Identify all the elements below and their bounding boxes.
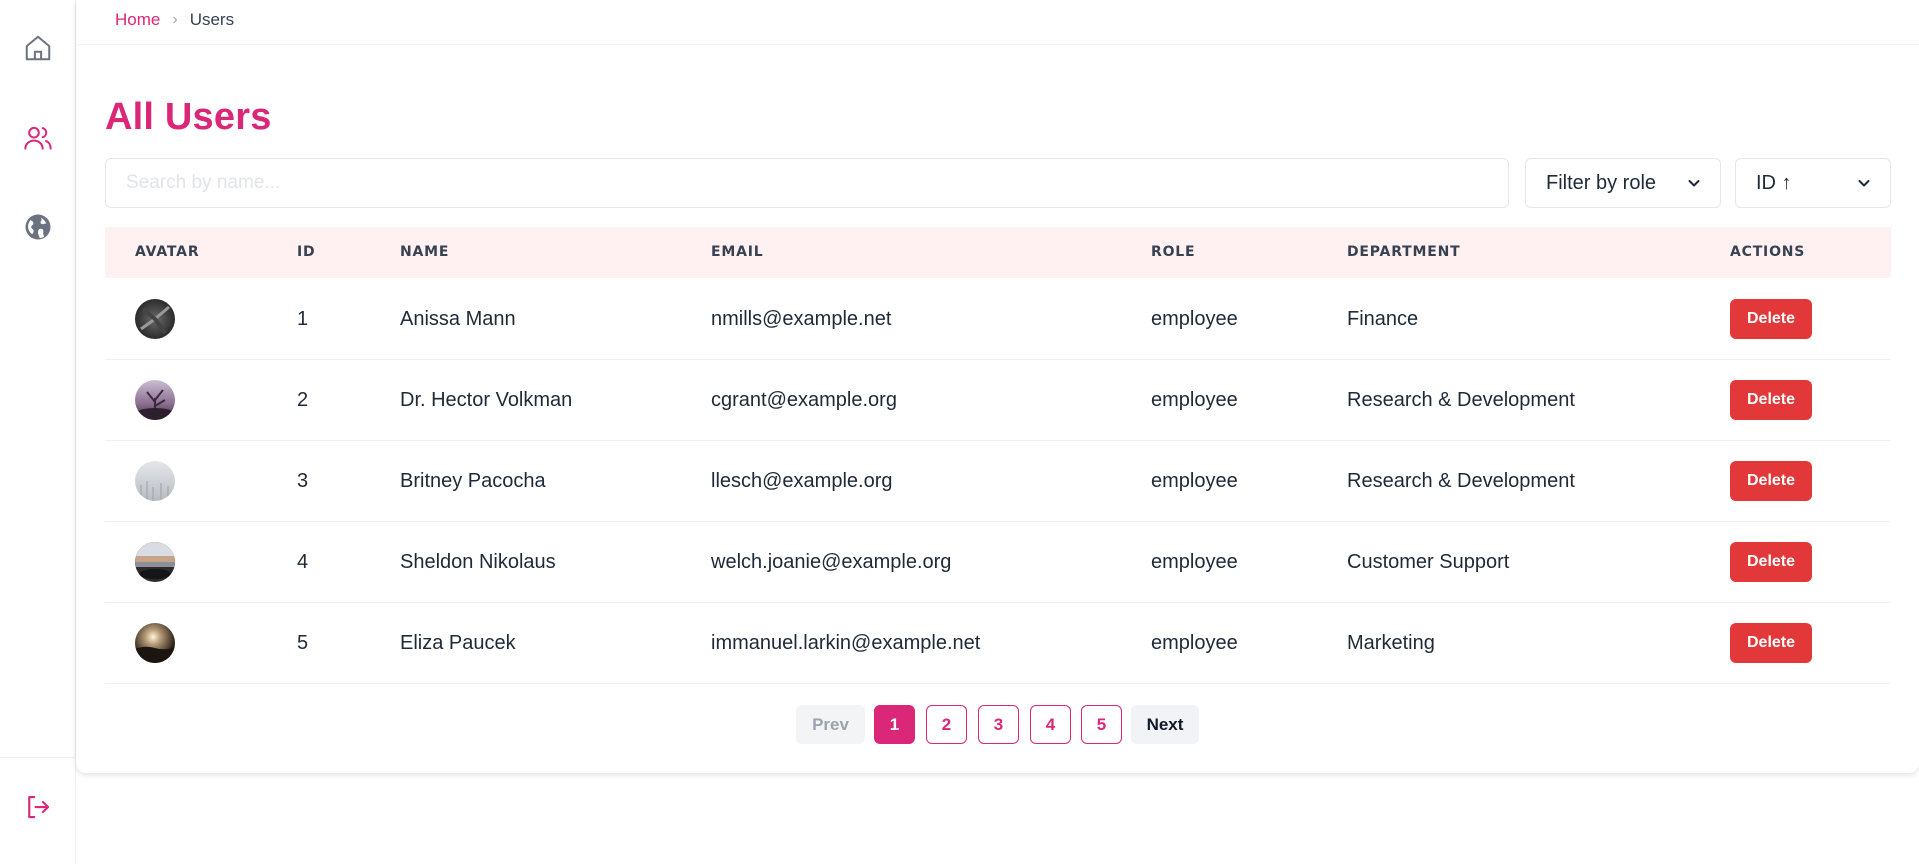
cell-name: Dr. Hector Volkman [400, 389, 573, 411]
cell-department: Finance [1347, 308, 1419, 330]
cell-email: nmills@example.net [711, 308, 892, 330]
cell-id: 2 [297, 389, 309, 411]
next-page-button[interactable]: Next [1131, 705, 1199, 744]
prev-page-button[interactable]: Prev [796, 705, 865, 744]
cell-email: welch.joanie@example.org [711, 551, 952, 573]
avatar [135, 623, 175, 663]
breadcrumb-current: Users [189, 10, 235, 29]
table-row: 3 Britney Pacocha llesch@example.org emp… [105, 441, 1891, 522]
avatar [135, 380, 175, 420]
column-header-name: NAME [400, 244, 450, 260]
cell-department: Customer Support [1347, 551, 1510, 573]
cell-email: llesch@example.org [711, 470, 893, 492]
users-icon [24, 126, 52, 150]
cell-role: employee [1151, 308, 1238, 330]
page-5-button[interactable]: 5 [1081, 705, 1122, 744]
globe-icon [25, 214, 51, 240]
column-header-role: ROLE [1151, 244, 1196, 260]
page-title: All Users [105, 96, 272, 138]
delete-button[interactable]: Delete [1730, 299, 1812, 339]
delete-button[interactable]: Delete [1730, 623, 1812, 663]
sort-label: ID ↑ [1756, 171, 1792, 194]
home-icon [25, 35, 51, 61]
sidebar-item-globe[interactable] [20, 209, 56, 245]
logout-icon [28, 795, 50, 819]
pagination: Prev 1 2 3 4 5 Next [76, 705, 1919, 744]
breadcrumb: Home › Users [115, 10, 234, 30]
cell-name: Anissa Mann [400, 308, 516, 330]
cell-department: Research & Development [1347, 389, 1575, 411]
cell-id: 5 [297, 632, 309, 654]
sidebar-item-home[interactable] [20, 30, 56, 66]
cell-department: Marketing [1347, 632, 1435, 654]
search-input[interactable] [105, 158, 1509, 208]
delete-button[interactable]: Delete [1730, 542, 1812, 582]
table-row: 2 Dr. Hector Volkman cgrant@example.org … [105, 360, 1891, 441]
cell-id: 3 [297, 470, 309, 492]
cell-department: Research & Development [1347, 470, 1575, 492]
delete-button[interactable]: Delete [1730, 461, 1812, 501]
chevron-down-icon [1858, 180, 1870, 187]
avatar [135, 461, 175, 501]
cell-email: cgrant@example.org [711, 389, 897, 411]
sidebar-item-users[interactable] [20, 120, 56, 156]
chevron-right-icon: › [172, 11, 178, 28]
table-row: 4 Sheldon Nikolaus welch.joanie@example.… [105, 522, 1891, 603]
cell-role: employee [1151, 389, 1238, 411]
avatar [135, 299, 175, 339]
sidebar [0, 0, 76, 864]
cell-role: employee [1151, 551, 1238, 573]
table-row: 5 Eliza Paucek immanuel.larkin@example.n… [105, 603, 1891, 684]
cell-email: immanuel.larkin@example.net [711, 632, 981, 654]
chevron-down-icon [1688, 180, 1700, 187]
column-header-id: ID [297, 244, 316, 260]
role-filter-label: Filter by role [1546, 171, 1657, 194]
delete-button[interactable]: Delete [1730, 380, 1812, 420]
table-header: AVATAR ID NAME EMAIL ROLE DEPARTMENT ACT… [105, 227, 1891, 278]
column-header-department: DEPARTMENT [1347, 244, 1461, 260]
page-2-button[interactable]: 2 [926, 705, 967, 744]
page-4-button[interactable]: 4 [1030, 705, 1071, 744]
breadcrumb-home-link[interactable]: Home [115, 10, 160, 30]
role-filter-select[interactable]: Filter by role [1525, 158, 1721, 208]
column-header-avatar: AVATAR [135, 244, 200, 260]
cell-name: Sheldon Nikolaus [400, 551, 556, 573]
cell-id: 1 [297, 308, 309, 330]
sidebar-divider [0, 757, 76, 758]
table-row: 1 Anissa Mann nmills@example.net employe… [105, 279, 1891, 360]
logout-button[interactable] [20, 789, 56, 825]
page-3-button[interactable]: 3 [978, 705, 1019, 744]
sort-select[interactable]: ID ↑ [1735, 158, 1891, 208]
main-card: Home › Users All Users Filter by role ID… [76, 0, 1919, 773]
cell-name: Eliza Paucek [400, 632, 516, 654]
column-header-actions: ACTIONS [1730, 244, 1806, 260]
page-1-button[interactable]: 1 [874, 705, 915, 744]
cell-role: employee [1151, 632, 1238, 654]
column-header-email: EMAIL [711, 244, 764, 260]
cell-role: employee [1151, 470, 1238, 492]
avatar [135, 542, 175, 582]
header-divider [76, 44, 1919, 45]
cell-name: Britney Pacocha [400, 470, 546, 492]
cell-id: 4 [297, 551, 309, 573]
